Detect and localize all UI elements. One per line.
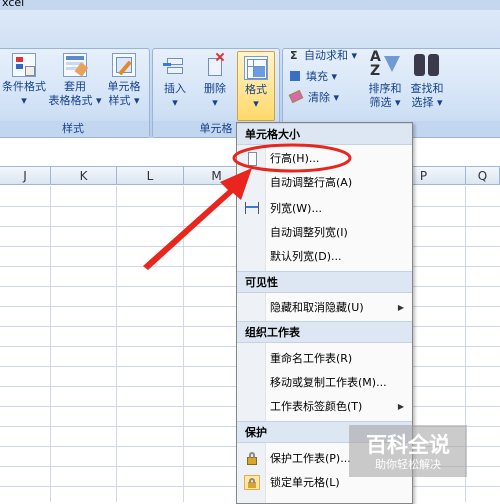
- watermark-title: 百科全说: [366, 433, 450, 457]
- red-arrow-icon: [143, 168, 252, 270]
- watermark-subtitle: 助你轻松解决: [375, 458, 441, 471]
- watermark-logo: 百科全说 助你轻松解决: [349, 425, 467, 477]
- highlight-ellipse: [232, 143, 352, 173]
